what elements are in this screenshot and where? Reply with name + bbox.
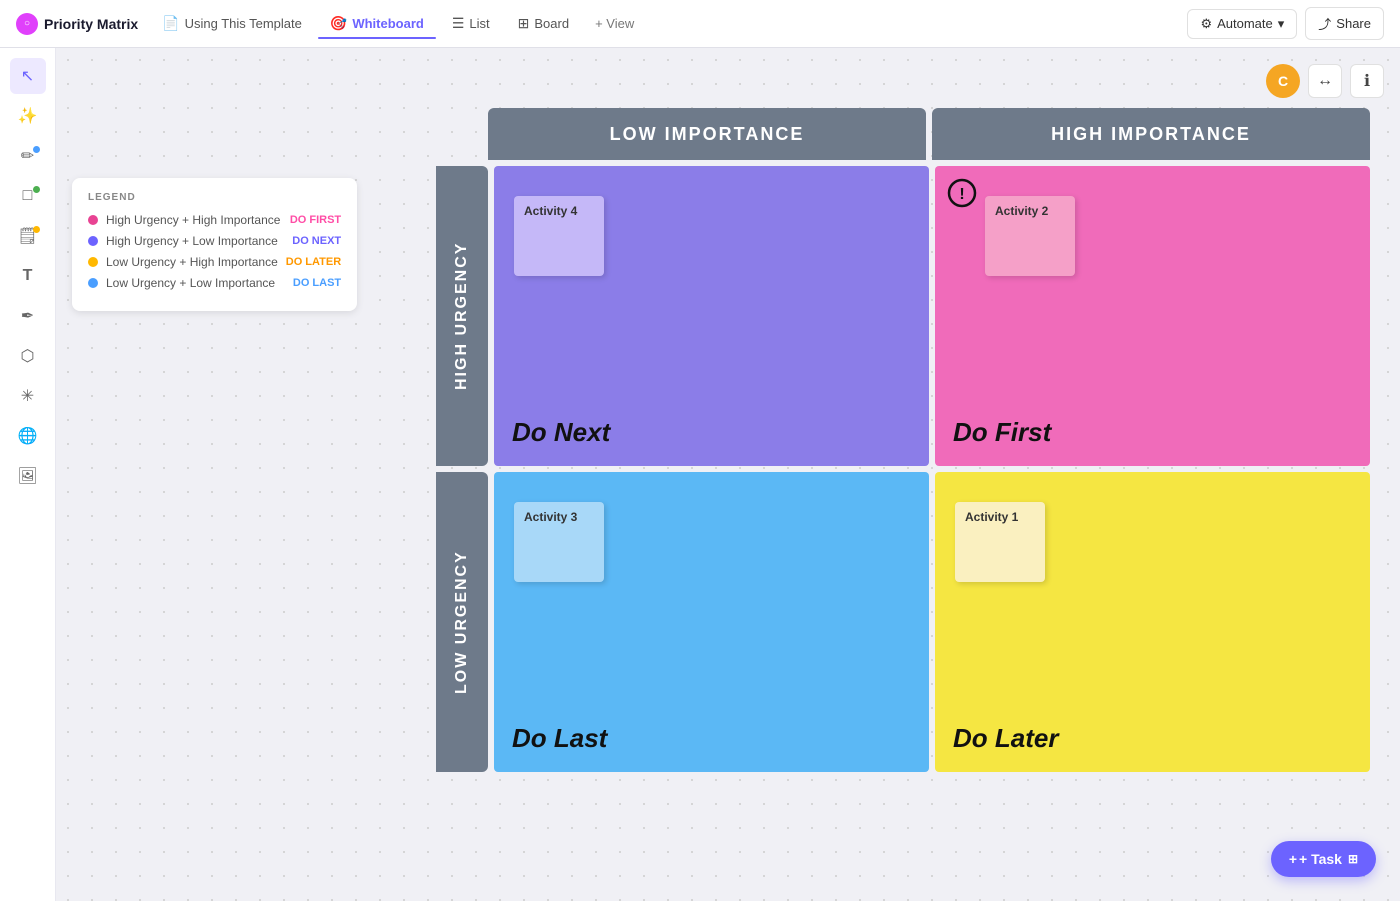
sidebar-line-tool[interactable]: ✒ <box>10 298 46 334</box>
matrix-grid: Activity 4 Do Next ! Activity 2 Do First <box>494 166 1370 772</box>
canvas-controls: C ↔ ℹ <box>1266 64 1384 98</box>
matrix-body: HIGH URGENCY LOW URGENCY Activity 4 Do N… <box>436 166 1370 772</box>
tab-using-template[interactable]: 📄 Using This Template <box>150 9 314 38</box>
whiteboard-icon: 🎯 <box>330 15 347 32</box>
activity2-label: Activity 2 <box>995 204 1048 218</box>
quadrant-do-later[interactable]: Activity 1 Do Later <box>935 472 1370 772</box>
app-logo: Priority Matrix <box>16 13 138 35</box>
tab-list[interactable]: ☰ List <box>440 9 502 38</box>
template-icon: 📄 <box>162 15 179 32</box>
chevron-down-icon: ▾ <box>1278 16 1285 32</box>
sidebar-ai-tool[interactable]: ✳ <box>10 378 46 414</box>
legend-action-do-next: DO NEXT <box>292 235 341 247</box>
priority-matrix: LOW IMPORTANCE HIGH IMPORTANCE HIGH URGE… <box>436 108 1370 861</box>
nav-right-controls: ⚙ Automate ▾ ⤴ Share <box>1187 7 1384 40</box>
board-icon: ⊞ <box>518 15 530 32</box>
row-labels: HIGH URGENCY LOW URGENCY <box>436 166 488 772</box>
top-navigation: Priority Matrix 📄 Using This Template 🎯 … <box>0 0 1400 48</box>
legend-label-do-first: High Urgency + High Importance <box>106 213 282 227</box>
sidebar-globe-tool[interactable]: 🌐 <box>10 418 46 454</box>
legend-dot-do-later <box>88 257 98 267</box>
activity1-label: Activity 1 <box>965 510 1018 524</box>
sidebar-pen-tool[interactable]: ✏ <box>10 138 46 174</box>
legend-item-do-first: High Urgency + High Importance DO FIRST <box>88 213 341 227</box>
list-icon: ☰ <box>452 15 465 32</box>
col-header-high-importance: HIGH IMPORTANCE <box>932 108 1370 160</box>
quadrant-do-last[interactable]: Activity 3 Do Last <box>494 472 929 772</box>
sidebar-magic-tool[interactable]: ✨ <box>10 98 46 134</box>
tab-board[interactable]: ⊞ Board <box>506 9 581 38</box>
legend-dot-do-first <box>88 215 98 225</box>
app-title: Priority Matrix <box>44 16 138 32</box>
legend-label-do-later: Low Urgency + High Importance <box>106 255 278 269</box>
fit-view-button[interactable]: ↔ <box>1308 64 1342 98</box>
sticky-activity3[interactable]: Activity 3 <box>514 502 604 582</box>
legend-dot-do-next <box>88 236 98 246</box>
automate-button[interactable]: ⚙ Automate ▾ <box>1187 9 1297 39</box>
quadrant-do-last-label: Do Last <box>512 723 607 754</box>
legend-item-do-later: Low Urgency + High Importance DO LATER <box>88 255 341 269</box>
sticky-activity1[interactable]: Activity 1 <box>955 502 1045 582</box>
column-headers: LOW IMPORTANCE HIGH IMPORTANCE <box>488 108 1370 160</box>
left-sidebar: ↖ ✨ ✏ □ 🗒 T ✒ ⬡ ✳ 🌐 🖼 <box>0 48 56 901</box>
plus-icon: + <box>1289 851 1297 867</box>
row-label-high-urgency: HIGH URGENCY <box>436 166 488 466</box>
add-task-button[interactable]: + + Task ⊞ <box>1271 841 1376 877</box>
legend-title: LEGEND <box>88 192 341 203</box>
legend-item-do-next: High Urgency + Low Importance DO NEXT <box>88 234 341 248</box>
quadrant-do-next[interactable]: Activity 4 Do Next <box>494 166 929 466</box>
sidebar-shape-tool[interactable]: □ <box>10 178 46 214</box>
share-icon: ⤴ <box>1318 14 1331 33</box>
add-view-button[interactable]: + View <box>585 10 644 37</box>
sidebar-connect-tool[interactable]: ⬡ <box>10 338 46 374</box>
sidebar-text-tool[interactable]: T <box>10 258 46 294</box>
activity3-label: Activity 3 <box>524 510 577 524</box>
sidebar-image-tool[interactable]: 🖼 <box>10 458 46 494</box>
legend-item-do-last: Low Urgency + Low Importance DO LAST <box>88 276 341 290</box>
svg-text:!: ! <box>959 186 964 203</box>
tab-whiteboard[interactable]: 🎯 Whiteboard <box>318 9 436 38</box>
main-container: ↖ ✨ ✏ □ 🗒 T ✒ ⬡ ✳ 🌐 🖼 C ↔ ℹ LEGEND <box>0 48 1400 901</box>
note-dot <box>33 226 40 233</box>
legend-action-do-first: DO FIRST <box>290 214 341 226</box>
quadrant-do-later-label: Do Later <box>953 723 1058 754</box>
legend-label-do-last: Low Urgency + Low Importance <box>106 276 285 290</box>
share-button[interactable]: ⤴ Share <box>1305 7 1384 40</box>
pen-dot <box>33 146 40 153</box>
sticky-activity2[interactable]: Activity 2 <box>985 196 1075 276</box>
shape-dot <box>33 186 40 193</box>
grid-icon: ⊞ <box>1348 852 1358 866</box>
activity4-label: Activity 4 <box>524 204 577 218</box>
sticky-activity4[interactable]: Activity 4 <box>514 196 604 276</box>
canvas-area[interactable]: C ↔ ℹ LEGEND High Urgency + High Importa… <box>56 48 1400 901</box>
automate-icon: ⚙ <box>1200 16 1212 32</box>
legend-label-do-next: High Urgency + Low Importance <box>106 234 284 248</box>
sidebar-cursor-tool[interactable]: ↖ <box>10 58 46 94</box>
alert-icon: ! <box>947 178 977 215</box>
legend-dot-do-last <box>88 278 98 288</box>
quadrant-do-next-label: Do Next <box>512 417 610 448</box>
quadrant-do-first-label: Do First <box>953 417 1051 448</box>
legend-box: LEGEND High Urgency + High Importance DO… <box>72 178 357 311</box>
legend-action-do-later: DO LATER <box>286 256 341 268</box>
col-header-low-importance: LOW IMPORTANCE <box>488 108 926 160</box>
row-label-low-urgency: LOW URGENCY <box>436 472 488 772</box>
logo-icon <box>16 13 38 35</box>
legend-action-do-last: DO LAST <box>293 277 341 289</box>
add-task-label: + Task <box>1299 851 1342 867</box>
quadrant-do-first[interactable]: ! Activity 2 Do First <box>935 166 1370 466</box>
info-button[interactable]: ℹ <box>1350 64 1384 98</box>
avatar: C <box>1266 64 1300 98</box>
sidebar-note-tool[interactable]: 🗒 <box>10 218 46 254</box>
